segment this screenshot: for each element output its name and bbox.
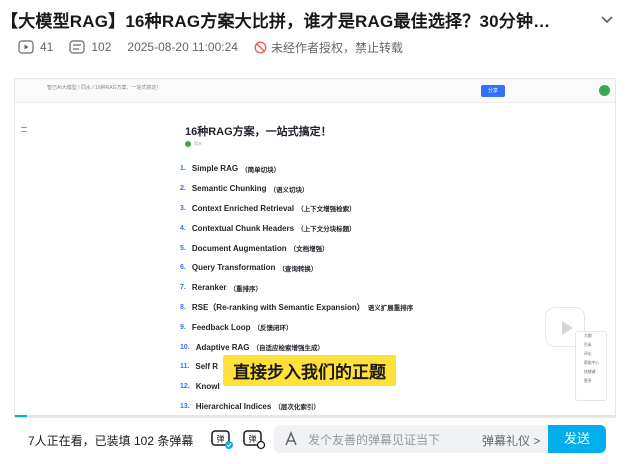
danmaku-settings-icon[interactable]: 弹 [242, 428, 266, 450]
doc-topbar: 智己AI大模型 / 同水 / 16种RAG方案，一站式搞定！ 分享 [15, 79, 615, 103]
video-title: 【大模型RAG】16种RAG方案大比拼，谁才是RAG最佳选择？30分钟… [1, 11, 551, 31]
rag-method-item: 9. Feedback Loop （反馈闭环） [180, 322, 293, 333]
play-icon [18, 40, 34, 54]
doc-author: 同水 [185, 141, 202, 147]
play-count: 41 [18, 40, 53, 54]
danmaku-count: 102 [69, 40, 111, 54]
danmaku-count-value: 102 [91, 40, 112, 54]
copyright-text: 未经作者授权，禁止转载 [270, 40, 403, 55]
avatar [599, 85, 610, 96]
outline-icon [21, 127, 27, 132]
rag-method-item: 6. Query Transformation （查询转换） [180, 263, 318, 273]
side-menu-item: 大纲 [584, 334, 592, 338]
side-menu-item: 评论 [584, 352, 592, 356]
side-menu-item: 帮助中心 [584, 361, 600, 365]
side-menu-item: 快捷键 [584, 370, 596, 374]
danmaku-toggle-icon[interactable]: 弹 [210, 428, 234, 450]
play-count-value: 41 [40, 40, 54, 54]
rag-method-item: 13. Hierarchical Indices （层次化索引） [180, 401, 320, 412]
doc-heading: 16种RAG方案，一站式搞定！ [185, 126, 332, 138]
danmaku-input[interactable]: 发个友善的弹幕见证当下 弹幕礼仪 > [274, 425, 548, 453]
video-meta: 41 102 2025-08-20 11:00:24 未经作者授权，禁止转载 [18, 38, 403, 56]
publish-datetime: 2025-08-20 11:00:24 [127, 40, 238, 54]
doc-share-button: 分享 [481, 85, 505, 97]
rag-method-item: 2. Semantic Chunking （语义切块） [180, 184, 309, 194]
subtitle-caption: 直接步入我们的正题 [223, 355, 396, 386]
video-title-row: 【大模型RAG】16种RAG方案大比拼，谁才是RAG最佳选择？30分钟… [0, 6, 626, 32]
rag-method-item: 1. Simple RAG （简单切块） [180, 164, 281, 174]
rag-method-item: 3. Context Enriched Retrieval （上下文增强检索） [180, 203, 356, 214]
text-style-icon[interactable] [282, 430, 300, 448]
rag-method-item: 4. Contextual Chunk Headers （上下文分块标题） [180, 223, 356, 234]
chevron-down-icon[interactable] [598, 10, 616, 28]
forbidden-icon [254, 40, 267, 54]
send-button[interactable]: 发送 [548, 425, 606, 453]
doc-breadcrumb: 智己AI大模型 / 同水 / 16种RAG方案，一站式搞定！ [47, 85, 162, 91]
rag-method-item: 7. Reranker （重排序） [180, 283, 263, 293]
svg-text:弹: 弹 [249, 434, 257, 444]
rag-method-item: 8. RSE（Re-ranking with Semantic Expansion… [180, 302, 414, 313]
danmaku-etiquette-link[interactable]: 弹幕礼仪 > [482, 432, 540, 449]
danmaku-placeholder: 发个友善的弹幕见证当下 [308, 432, 441, 447]
danmaku-icon [69, 40, 85, 54]
viewers-info: 7人正在看，已装填 102 条弹幕 [28, 434, 194, 448]
author-avatar [185, 141, 191, 147]
doc-side-menu: 大纲目录评论帮助中心快捷键更多 [575, 331, 607, 401]
rag-method-item: 10. Adaptive RAG （自适应检索增强生成） [180, 342, 325, 353]
side-menu-item: 目录 [584, 343, 592, 347]
copyright-notice: 未经作者授权，禁止转载 [254, 39, 403, 56]
video-player[interactable]: 智己AI大模型 / 同水 / 16种RAG方案，一站式搞定！ 分享 16种RAG… [14, 78, 616, 418]
svg-text:弹: 弹 [217, 434, 225, 444]
danmaku-bar: 7人正在看，已装填 102 条弹幕 弹 弹 发个友善的弹幕见证当下 弹幕礼仪 >… [14, 418, 616, 458]
side-menu-item: 更多 [584, 379, 592, 383]
rag-method-item: 5. Document Augmentation （文档增强） [180, 243, 329, 254]
